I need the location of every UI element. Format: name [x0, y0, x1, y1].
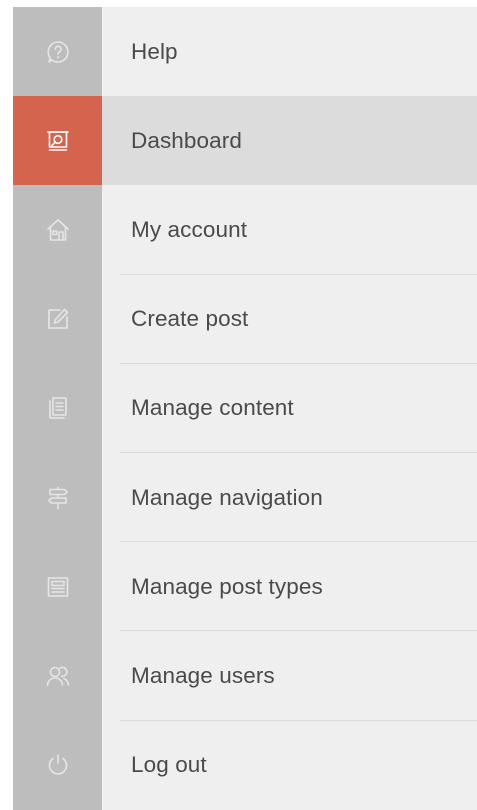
- menu-item-manage-content[interactable]: Manage content: [13, 364, 477, 454]
- users-icon: [13, 631, 102, 720]
- menu-item-label: Manage content: [131, 395, 294, 421]
- menu-item-label: Dashboard: [131, 127, 242, 153]
- menu-item-label: Manage navigation: [131, 484, 323, 510]
- menu-item-label: Help: [131, 38, 178, 64]
- menu-item-help[interactable]: Help: [13, 7, 477, 96]
- menu-item-label: My account: [131, 216, 248, 242]
- menu-item-manage-navigation[interactable]: Manage navigation: [13, 453, 477, 543]
- menu-item-manage-post-types[interactable]: Manage post types: [13, 542, 477, 632]
- post-types-icon: [13, 542, 102, 631]
- signpost-icon: [13, 453, 102, 542]
- menu-item-label: Create post: [131, 306, 249, 332]
- menu-item-dashboard[interactable]: Dashboard: [13, 96, 477, 186]
- menu-item-log-out[interactable]: Log out: [13, 721, 477, 810]
- help-circle-icon: [13, 7, 102, 96]
- menu-item-manage-users[interactable]: Manage users: [13, 631, 477, 721]
- menu-item-label: Manage users: [131, 662, 275, 688]
- home-icon: [13, 185, 102, 274]
- menu-item-label: Manage post types: [131, 573, 323, 599]
- menu-item-label: Log out: [131, 752, 207, 778]
- menu-item-my-account[interactable]: My account: [13, 185, 477, 275]
- menu-item-create-post[interactable]: Create post: [13, 275, 477, 364]
- edit-icon: [13, 275, 102, 364]
- side-menu: Help Dashboard My account Create post Ma…: [13, 7, 477, 810]
- power-icon: [13, 721, 102, 810]
- document-list-icon: [13, 364, 102, 453]
- dashboard-icon: [13, 96, 102, 186]
